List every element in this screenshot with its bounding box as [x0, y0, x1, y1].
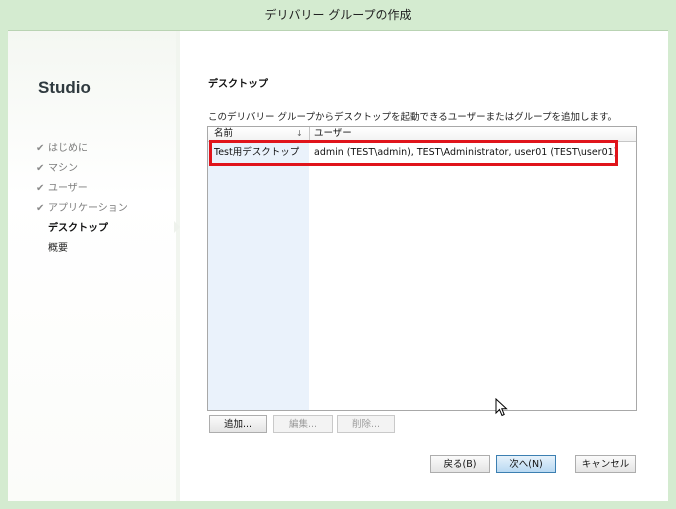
step-intro: ✔ はじめに	[36, 139, 128, 159]
step-users: ✔ ユーザー	[36, 179, 128, 199]
add-button[interactable]: 追加...	[209, 415, 267, 433]
dialog-window: デリバリー グループの作成 Studio ✔ はじめに ✔ マシン ✔ ユーザー ✔ ア…	[0, 0, 676, 509]
step-summary: 概要	[36, 239, 128, 259]
step-label: 概要	[48, 243, 68, 254]
desktop-table[interactable]: 名前 ↓ ユーザー Test用デスクトップ admin (TEST\admin)…	[207, 126, 637, 411]
current-step-pointer-icon	[174, 221, 180, 233]
page-title: デスクトップ	[208, 79, 268, 90]
edit-button[interactable]: 編集...	[273, 415, 333, 433]
dialog-client: Studio ✔ はじめに ✔ マシン ✔ ユーザー ✔ アプリケーション デスクトップ…	[8, 31, 668, 501]
column-separator[interactable]	[309, 127, 310, 141]
step-label: はじめに	[48, 143, 88, 154]
delete-button[interactable]: 削除...	[337, 415, 395, 433]
step-desktops: デスクトップ	[36, 219, 128, 239]
check-icon: ✔	[36, 203, 45, 214]
check-icon: ✔	[36, 183, 45, 194]
sidebar-divider	[176, 31, 180, 501]
check-icon: ✔	[36, 163, 45, 174]
step-label: ユーザー	[48, 183, 88, 194]
product-title: Studio	[38, 78, 91, 97]
window-title: デリバリー グループの作成	[0, 0, 676, 31]
wizard-sidebar: Studio ✔ はじめに ✔ マシン ✔ ユーザー ✔ アプリケーション デスクトップ…	[8, 31, 176, 501]
column-header-users[interactable]: ユーザー	[314, 127, 352, 141]
step-machines: ✔ マシン	[36, 159, 128, 179]
step-label: マシン	[48, 163, 78, 174]
page-description: このデリバリー グループからデスクトップを起動できるユーザーまたはグループを追加…	[208, 112, 618, 123]
mouse-cursor-icon	[495, 398, 508, 417]
back-button[interactable]: 戻る(B)	[430, 455, 490, 473]
highlight-box	[209, 140, 618, 166]
column-header-name[interactable]: 名前	[214, 127, 233, 141]
cancel-button[interactable]: キャンセル	[575, 455, 636, 473]
step-label: アプリケーション	[48, 203, 128, 214]
step-applications: ✔ アプリケーション	[36, 199, 128, 219]
step-label: デスクトップ	[48, 223, 108, 234]
sort-arrow-icon[interactable]: ↓	[296, 127, 303, 141]
next-button[interactable]: 次へ(N)	[496, 455, 556, 473]
name-column-background	[208, 142, 309, 410]
step-list: ✔ はじめに ✔ マシン ✔ ユーザー ✔ アプリケーション デスクトップ 概要	[36, 139, 128, 259]
check-icon: ✔	[36, 143, 45, 154]
